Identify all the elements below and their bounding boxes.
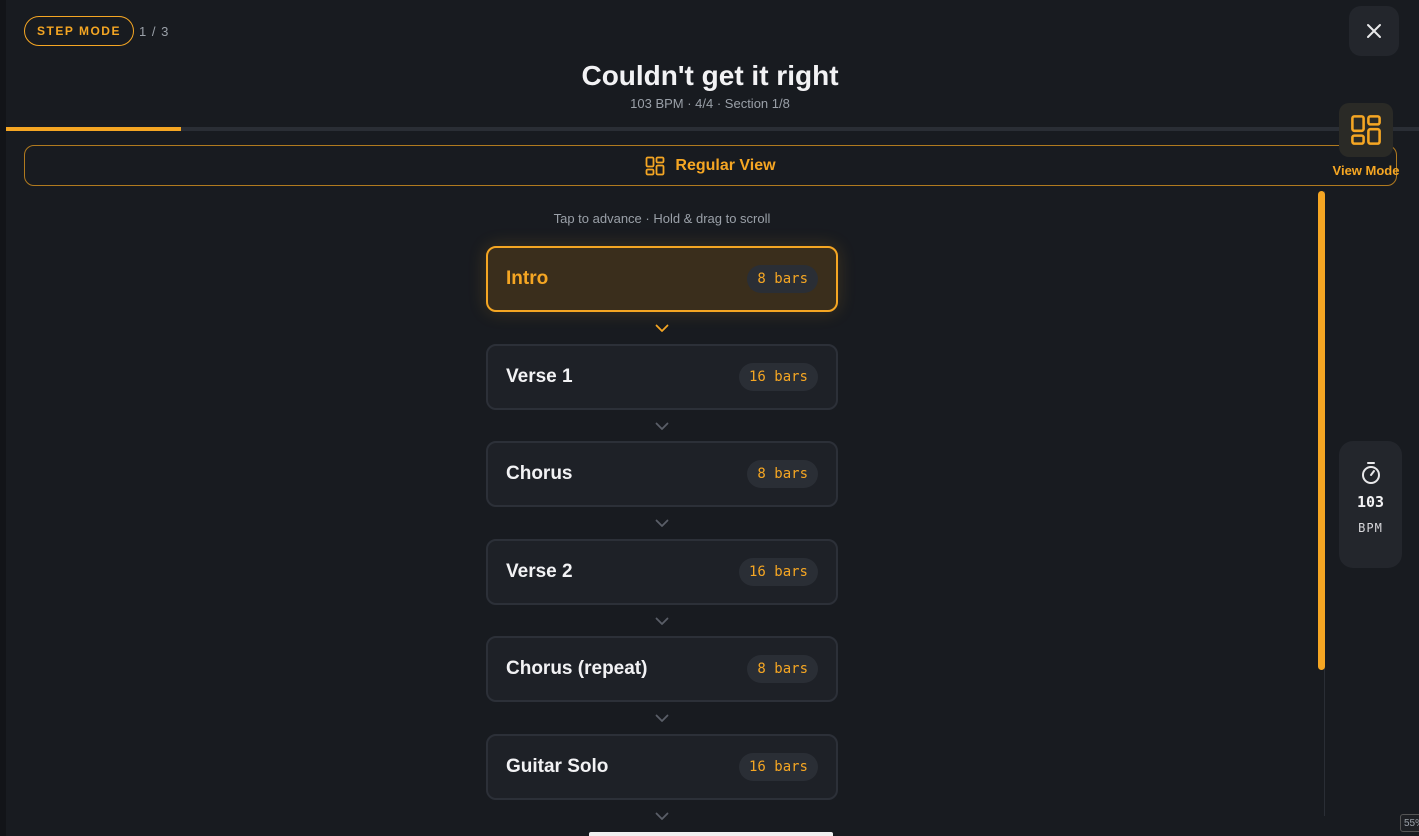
bpm-value: 103 (1356, 493, 1385, 511)
song-progress-fill (6, 127, 181, 131)
section-name: Chorus (506, 463, 573, 484)
section-name: Verse 2 (506, 561, 573, 582)
song-meta: 103 BPM · 4/4 · Section 1/8 (630, 96, 790, 111)
section-name: Guitar Solo (506, 756, 609, 777)
view-mode-button[interactable] (1339, 103, 1393, 157)
section-card[interactable]: Guitar Solo 16 bars (486, 734, 838, 800)
bpm-unit: BPM (1358, 521, 1383, 535)
chevron-down-icon (654, 712, 670, 724)
chevron-down-icon (654, 322, 670, 334)
section-bars-badge: 8 bars (747, 655, 818, 683)
close-icon (1367, 24, 1381, 38)
section-bars-badge: 8 bars (747, 265, 818, 293)
section-card[interactable]: Chorus (repeat) 8 bars (486, 636, 838, 702)
song-title: Couldn't get it right (581, 60, 839, 91)
grid-icon (646, 156, 665, 175)
section-card[interactable]: Verse 1 16 bars (486, 344, 838, 410)
view-mode-widget[interactable]: View Mode (1326, 103, 1406, 178)
scroll-thumb[interactable] (1318, 191, 1325, 670)
section-name: Chorus (repeat) (506, 658, 648, 679)
view-mode-label: View Mode (1332, 163, 1400, 178)
grid-icon (1351, 115, 1381, 145)
bpm-widget[interactable]: 103 BPM (1339, 441, 1402, 568)
chevron-down-icon (654, 615, 670, 627)
step-mode-screen: STEP MODE 1 / 3 Couldn't get it right 10… (0, 0, 1419, 836)
section-name: Intro (506, 268, 549, 289)
section-card[interactable]: Chorus 8 bars (486, 441, 838, 507)
chevron-down-icon (654, 420, 670, 432)
section-card[interactable]: Intro 8 bars (486, 246, 838, 312)
step-count: 1 / 3 (139, 24, 170, 39)
section-bars-badge: 16 bars (738, 363, 818, 391)
section-bars-badge: 8 bars (747, 460, 818, 488)
chevron-down-icon (654, 810, 670, 822)
regular-view-label: Regular View (675, 156, 776, 174)
interaction-hint: Tap to advance · Hold & drag to scroll (553, 211, 771, 226)
chevron-down-icon (654, 517, 670, 529)
section-bars-badge: 16 bars (738, 753, 818, 781)
section-name: Verse 1 (506, 366, 573, 387)
regular-view-button[interactable]: Regular View (24, 145, 1397, 186)
song-progress-track (6, 127, 1419, 131)
zoom-indicator: 55% (1400, 814, 1419, 832)
section-bars-badge: 16 bars (738, 558, 818, 586)
close-button[interactable] (1349, 6, 1399, 56)
step-mode-badge[interactable]: STEP MODE (24, 16, 134, 46)
stopwatch-icon (1361, 462, 1380, 484)
section-card[interactable]: Verse 2 16 bars (486, 539, 838, 605)
bottom-sheet-handle[interactable] (589, 832, 833, 836)
